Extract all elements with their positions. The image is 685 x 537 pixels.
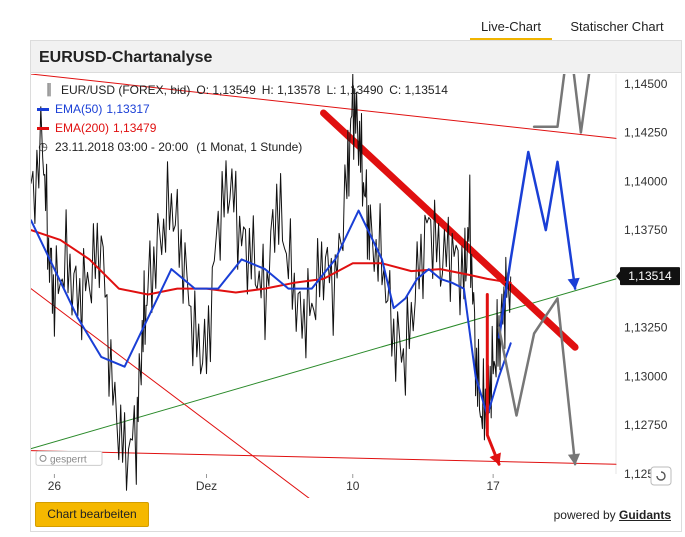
chart-panel: EURUSD-Chartanalyse 1,12750 1,13000 1,1325…	[30, 40, 682, 532]
legend-ema200-label: EMA(200)	[55, 121, 110, 135]
y-tick-label: 1,14250	[624, 126, 668, 140]
arrowhead-bullish	[567, 277, 580, 290]
tab-live-chart[interactable]: Live-Chart	[470, 14, 552, 40]
legend-high: H: 1,13578	[261, 83, 321, 97]
x-tick-label: 10	[346, 479, 360, 493]
legend-open: O: 1,13549	[196, 83, 256, 97]
edit-chart-button[interactable]: Chart bearbeiten	[35, 502, 149, 527]
scenario-grey-up	[532, 74, 591, 134]
current-price-label: 1,13514	[628, 269, 672, 283]
candles-icon: ║	[45, 84, 53, 96]
chart-area[interactable]: 1,127501,130001,132501,135001,137501,140…	[31, 74, 681, 498]
chart-legend: ║ EUR/USD (FOREX, bid) O: 1,13549 H: 1,1…	[37, 81, 448, 157]
y-tick-label: 1,13250	[624, 321, 668, 335]
x-tick-label: 17	[486, 479, 500, 493]
guidants-link[interactable]: Guidants	[619, 508, 671, 522]
legend-period: 23.11.2018 03:00 - 20:00	[55, 140, 189, 154]
trendline-descending-support	[31, 288, 310, 498]
legend-period-row: ◷ 23.11.2018 03:00 - 20:00 (1 Monat, 1 S…	[37, 138, 448, 157]
tab-static-chart[interactable]: Statischer Chart	[552, 14, 682, 40]
legend-ema50-row[interactable]: EMA(50) 1,13317	[37, 100, 448, 119]
legend-close: C: 1,13514	[389, 83, 448, 97]
locked-label: gesperrt	[50, 454, 87, 465]
panel-title: EURUSD-Chartanalyse	[31, 41, 681, 73]
chart-footer: Chart bearbeiten powered by Guidants	[31, 499, 681, 532]
powered-by: powered by Guidants	[554, 508, 671, 522]
arrowhead-bearish	[489, 452, 501, 466]
legend-interval: (1 Monat, 1 Stunde)	[196, 140, 303, 154]
scenario-grey-down	[497, 297, 577, 466]
legend-ema50-label: EMA(50)	[55, 102, 103, 116]
y-tick-label: 1,13000	[624, 369, 668, 383]
y-tick-label: 1,13750	[624, 223, 668, 237]
legend-ema200-row[interactable]: EMA(200) 1,13479	[37, 119, 448, 138]
x-tick-label: Dez	[196, 479, 217, 493]
y-tick-label: 1,14500	[624, 77, 668, 91]
powered-by-prefix: powered by	[553, 508, 616, 522]
legend-low: L: 1,13490	[326, 83, 384, 97]
reset-zoom-button[interactable]	[650, 466, 672, 486]
legend-ema200-value: 1,13479	[113, 121, 157, 135]
legend-instrument: EUR/USD (FOREX, bid)	[61, 83, 191, 97]
y-tick-label: 1,14000	[624, 174, 668, 188]
ema200-swatch	[37, 127, 49, 130]
legend-ohlc-row: ║ EUR/USD (FOREX, bid) O: 1,13549 H: 1,1…	[37, 81, 448, 100]
chart-mode-tabs: Live-Chart Statischer Chart	[470, 14, 682, 40]
x-tick-label: 26	[48, 479, 62, 493]
ema50-swatch	[37, 108, 49, 111]
clock-icon: ◷	[38, 141, 48, 153]
y-tick-label: 1,12750	[624, 418, 668, 432]
legend-ema50-value: 1,13317	[106, 102, 150, 116]
